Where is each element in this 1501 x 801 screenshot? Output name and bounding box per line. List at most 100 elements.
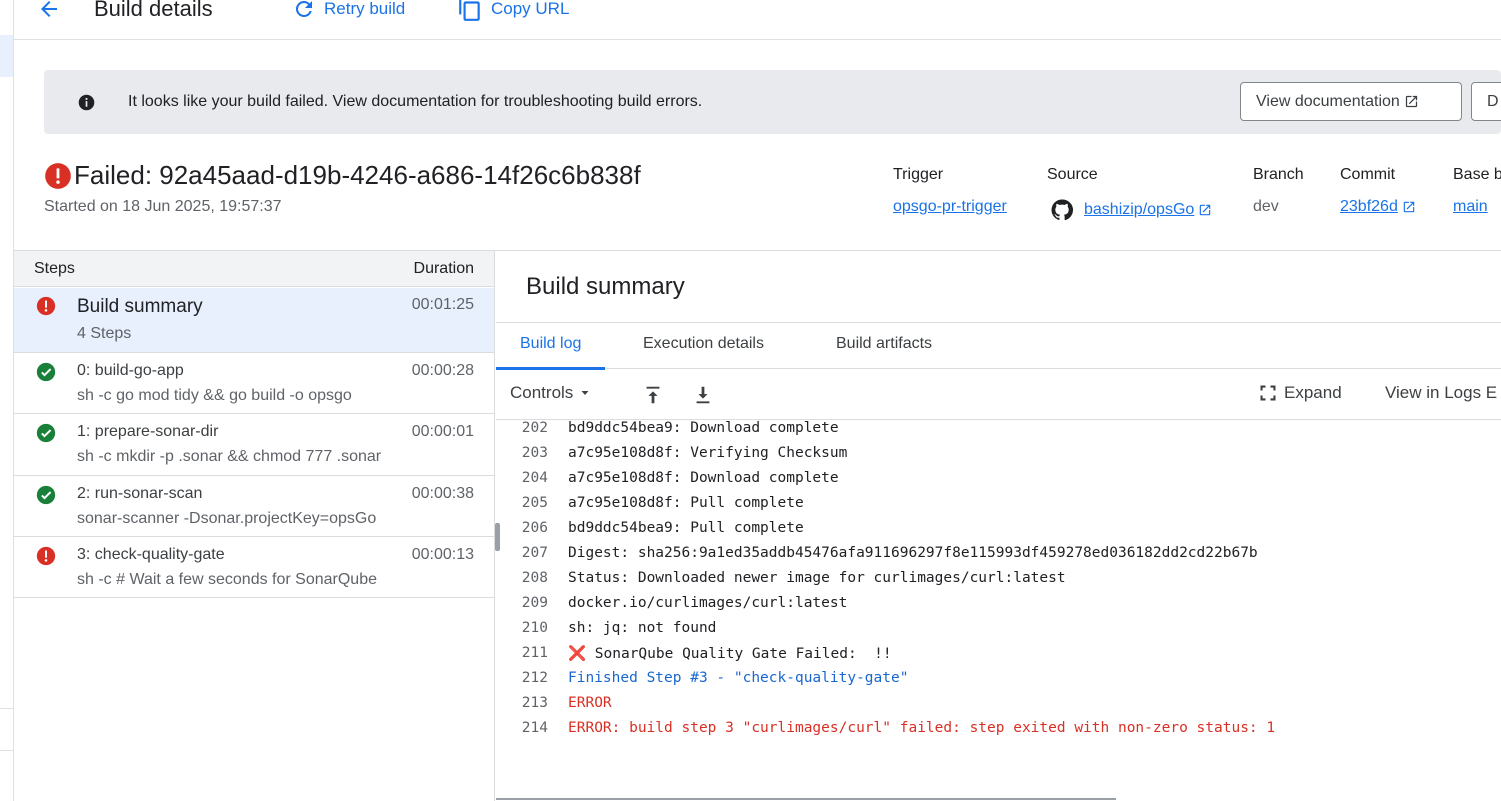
open-external-icon bbox=[1200, 204, 1211, 216]
step-command: sonar-scanner -Dsonar.projectKey=opsGo bbox=[77, 510, 377, 527]
trigger-link-text[interactable]: opsgo-pr-trigger bbox=[893, 198, 1007, 216]
step-command: sh -c go mod tidy && go build -o opsgo bbox=[77, 387, 352, 404]
step-build-go-app[interactable]: 0: build-go-app sh -c go mod tidy && go … bbox=[14, 353, 494, 414]
base-branch-link-text[interactable]: main bbox=[1453, 198, 1488, 216]
source-label: Source bbox=[1047, 166, 1098, 183]
steps-column-header: Steps bbox=[34, 260, 75, 277]
build-status-title: Failed: 92a45aad-d19b-4246-a686-14f26c6b… bbox=[44, 160, 641, 191]
step-name: Build summary bbox=[77, 296, 203, 317]
build-id-title: Failed: 92a45aad-d19b-4246-a686-14f26c6b… bbox=[74, 160, 641, 190]
expand-button[interactable]: Expand bbox=[1258, 383, 1342, 403]
log-controls-bar: Controls Expand View in Logs E bbox=[496, 369, 1501, 420]
view-in-logs-label: View in Logs E bbox=[1385, 383, 1498, 402]
open-external-icon bbox=[1405, 95, 1417, 108]
view-documentation-label: View documentation bbox=[1256, 92, 1400, 110]
step-prepare-sonar-dir[interactable]: 1: prepare-sonar-dir sh -c mkdir -p .son… bbox=[14, 414, 494, 476]
source-link[interactable]: bashizip/opsGo bbox=[1050, 198, 1212, 222]
left-nav-strip bbox=[0, 0, 14, 801]
step-duration: 00:00:13 bbox=[411, 546, 474, 563]
tab-build-log[interactable]: Build log bbox=[496, 323, 606, 370]
trigger-link[interactable]: opsgo-pr-trigger bbox=[893, 198, 1007, 216]
log-line-number: 207 bbox=[521, 545, 548, 561]
step-name: 0: build-go-app bbox=[77, 362, 184, 379]
log-line-number: 210 bbox=[521, 620, 548, 636]
log-line-number: 204 bbox=[521, 470, 548, 486]
meta-source: Source bashizip/opsGo bbox=[1047, 166, 1211, 221]
commit-link[interactable]: 23bf26d bbox=[1340, 198, 1416, 216]
steps-header: Steps Duration bbox=[14, 251, 494, 287]
view-in-logs-explorer-button[interactable]: View in Logs E bbox=[1385, 383, 1497, 403]
step-name: 1: prepare-sonar-dir bbox=[77, 423, 219, 440]
meta-trigger: Trigger opsgo-pr-trigger bbox=[893, 166, 1007, 215]
duration-column-header: Duration bbox=[413, 260, 474, 277]
log-line-text: bd9ddc54bea9: Pull complete bbox=[568, 520, 804, 536]
controls-dropdown[interactable]: Controls bbox=[510, 383, 591, 403]
log-line-text: ❌ SonarQube Quality Gate Failed: !! bbox=[568, 646, 892, 662]
source-link-text[interactable]: bashizip/opsGo bbox=[1084, 201, 1194, 219]
branch-value: dev bbox=[1253, 198, 1279, 215]
copy-url-button[interactable]: Copy URL bbox=[457, 0, 569, 21]
tab-execution-details[interactable]: Execution details bbox=[619, 323, 788, 369]
step-name: 2: run-sonar-scan bbox=[77, 485, 203, 502]
log-line-text: Finished Step #3 - "check-quality-gate" bbox=[568, 670, 909, 686]
log-line-text: a7c95e108d8f: Download complete bbox=[568, 470, 839, 486]
detail-title: Build summary bbox=[526, 273, 685, 300]
commit-link-text[interactable]: 23bf26d bbox=[1340, 198, 1398, 216]
step-command: sh -c mkdir -p .sonar && chmod 777 .sona… bbox=[77, 448, 382, 465]
expand-label: Expand bbox=[1284, 383, 1342, 402]
controls-label: Controls bbox=[510, 383, 574, 402]
step-build-summary[interactable]: Build summary 4 Steps 00:01:25 bbox=[14, 288, 494, 353]
horizontal-scrollbar[interactable] bbox=[496, 798, 1116, 800]
open-external-icon bbox=[1403, 201, 1415, 213]
step-run-sonar-scan[interactable]: 2: run-sonar-scan sonar-scanner -Dsonar.… bbox=[14, 476, 494, 537]
step-name: 3: check-quality-gate bbox=[77, 546, 225, 563]
view-documentation-button[interactable]: View documentation bbox=[1240, 82, 1462, 121]
left-nav-divider bbox=[0, 708, 13, 709]
log-line-text: a7c95e108d8f: Pull complete bbox=[568, 495, 804, 511]
retry-build-label: Retry build bbox=[324, 0, 406, 18]
left-nav-selected-item[interactable] bbox=[0, 35, 13, 77]
page-title: Build details bbox=[94, 0, 213, 21]
panel-resize-handle[interactable] bbox=[495, 523, 500, 551]
check-circle-icon bbox=[36, 423, 56, 443]
step-duration: 00:01:25 bbox=[411, 296, 474, 313]
vertical-align-top-icon bbox=[646, 386, 660, 404]
step-check-quality-gate[interactable]: 3: check-quality-gate sh -c # Wait a few… bbox=[14, 537, 494, 598]
base-branch-link[interactable]: main bbox=[1453, 198, 1488, 216]
log-line-number: 212 bbox=[521, 670, 548, 686]
log-line-text: ERROR: build step 3 "curlimages/curl" fa… bbox=[568, 720, 1276, 736]
failure-banner: It looks like your build failed. View do… bbox=[44, 70, 1501, 134]
tab-build-artifacts[interactable]: Build artifacts bbox=[812, 323, 956, 369]
back-button[interactable] bbox=[36, 0, 62, 22]
log-line-text: ERROR bbox=[568, 695, 612, 711]
scroll-to-top-button[interactable] bbox=[642, 384, 664, 406]
fullscreen-icon bbox=[1260, 385, 1276, 401]
refresh-icon bbox=[295, 0, 312, 17]
github-icon bbox=[1051, 199, 1074, 221]
retry-build-button[interactable]: Retry build bbox=[292, 0, 405, 21]
check-circle-icon bbox=[36, 485, 56, 505]
meta-commit: Commit 23bf26d bbox=[1340, 166, 1415, 215]
meta-base-branch: Base b main bbox=[1453, 166, 1501, 215]
top-bar: Build details Retry build Copy URL bbox=[14, 0, 1501, 40]
detail-tabs: Build log Execution details Build artifa… bbox=[496, 322, 1501, 370]
log-line-number: 202 bbox=[521, 420, 548, 436]
dismiss-button[interactable]: D bbox=[1471, 82, 1501, 121]
error-icon bbox=[36, 546, 56, 566]
log-line-text: bd9ddc54bea9: Download complete bbox=[568, 420, 839, 436]
dismiss-label: D bbox=[1487, 92, 1499, 110]
banner-message: It looks like your build failed. View do… bbox=[128, 93, 703, 110]
log-line-text: docker.io/curlimages/curl:latest bbox=[568, 595, 848, 611]
commit-label: Commit bbox=[1340, 166, 1396, 183]
dropdown-arrow-icon bbox=[581, 391, 589, 395]
log-line-number: 211 bbox=[521, 645, 548, 661]
step-duration: 00:00:28 bbox=[411, 362, 474, 379]
log-line-number: 213 bbox=[521, 695, 548, 711]
log-line-text: a7c95e108d8f: Verifying Checksum bbox=[568, 445, 848, 461]
scroll-to-bottom-button[interactable] bbox=[692, 384, 714, 406]
branch-label: Branch bbox=[1253, 166, 1304, 183]
build-log-viewer: 202 bd9ddc54bea9: Download complete 203 a7… bbox=[496, 420, 1501, 800]
step-sub: 4 Steps bbox=[77, 325, 132, 342]
build-start-time: Started on 18 Jun 2025, 19:57:37 bbox=[44, 198, 282, 215]
vertical-align-bottom-icon bbox=[696, 386, 710, 404]
